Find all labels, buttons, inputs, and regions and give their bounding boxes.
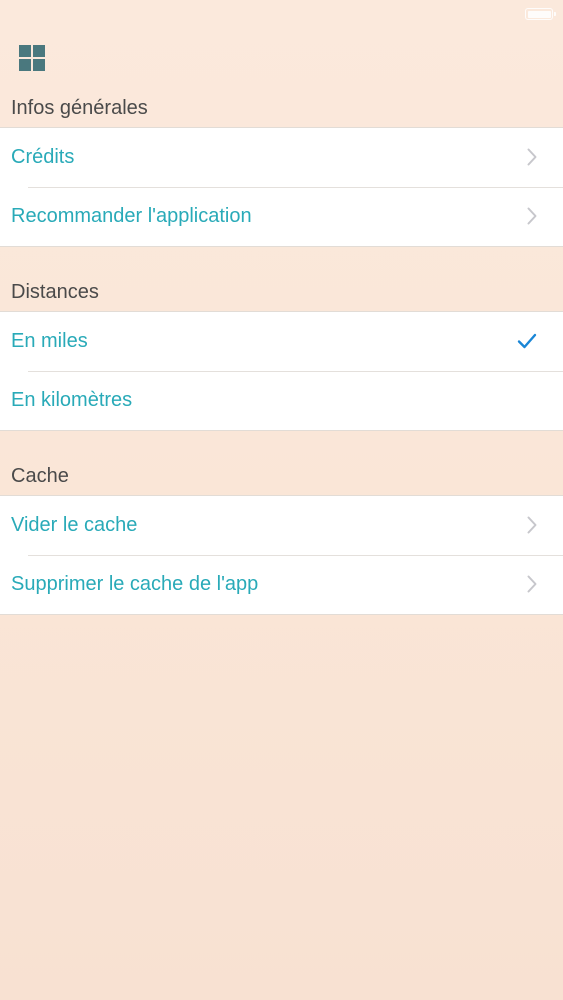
row-label: Vider le cache — [11, 514, 138, 536]
row-kilometers[interactable]: En kilomètres — [0, 371, 563, 430]
status-bar — [0, 0, 563, 30]
checkmark-icon — [517, 333, 537, 349]
group-cache: Vider le cache Supprimer le cache de l'a… — [0, 495, 563, 615]
row-delete-app-cache[interactable]: Supprimer le cache de l'app — [0, 555, 563, 614]
group-general: Crédits Recommander l'application — [0, 127, 563, 247]
chevron-right-icon — [527, 516, 537, 534]
battery-icon — [525, 8, 556, 20]
row-label: Recommander l'application — [11, 205, 252, 227]
grid-menu-button[interactable] — [18, 44, 46, 72]
section-header-cache: Cache — [11, 465, 69, 487]
row-recommend-app[interactable]: Recommander l'application — [0, 187, 563, 246]
row-miles[interactable]: En miles — [0, 312, 563, 371]
chevron-right-icon — [527, 575, 537, 593]
row-label: En miles — [11, 330, 88, 352]
section-header-distances: Distances — [11, 281, 99, 303]
row-label: Supprimer le cache de l'app — [11, 573, 259, 595]
row-clear-cache[interactable]: Vider le cache — [0, 496, 563, 555]
section-header-general: Infos générales — [11, 97, 148, 119]
row-credits[interactable]: Crédits — [0, 128, 563, 187]
chevron-right-icon — [527, 148, 537, 166]
row-label: Crédits — [11, 146, 75, 168]
group-distances: En miles En kilomètres — [0, 311, 563, 431]
grid-icon — [19, 45, 31, 57]
row-label: En kilomètres — [11, 389, 133, 411]
chevron-right-icon — [527, 207, 537, 225]
